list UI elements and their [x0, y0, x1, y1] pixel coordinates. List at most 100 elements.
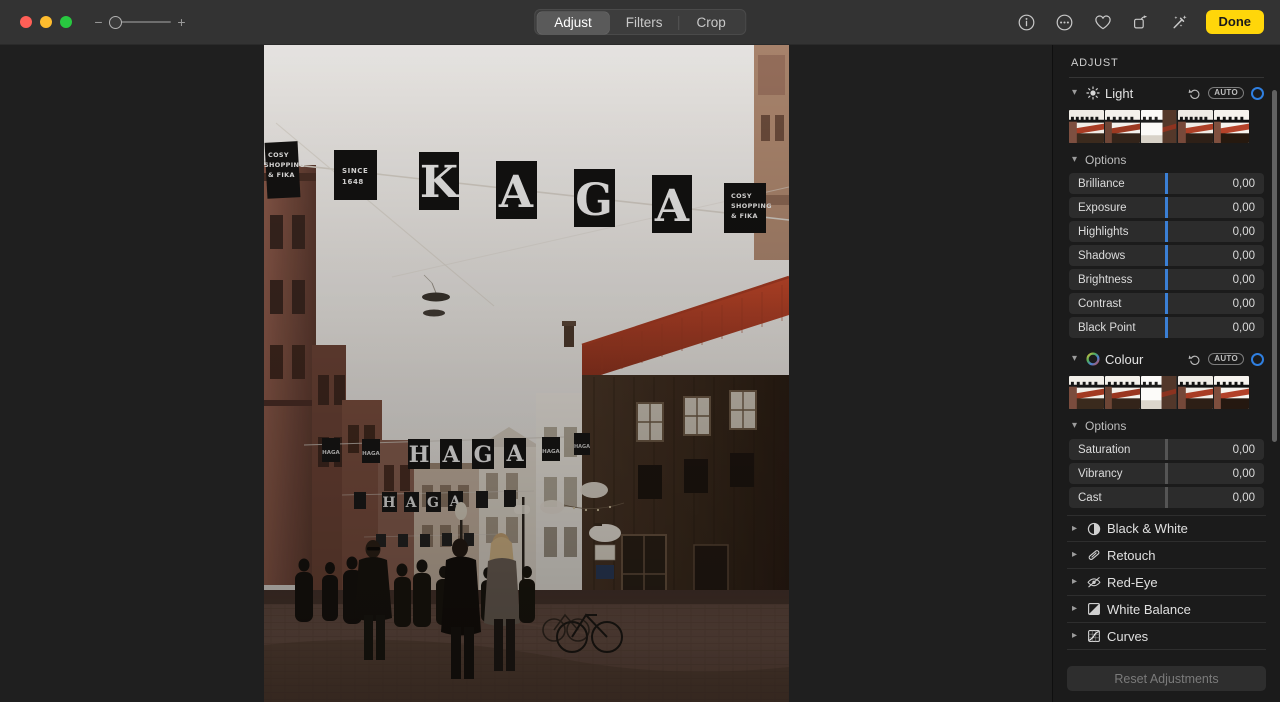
zoom-out-icon[interactable]: −	[94, 15, 103, 29]
slider-value: 0,00	[1233, 202, 1264, 214]
close-window-button[interactable]	[20, 16, 32, 28]
zoom-slider-track[interactable]	[109, 15, 171, 29]
auto-badge-colour[interactable]: AUTO	[1208, 353, 1244, 366]
slider-label: Exposure	[1069, 202, 1127, 214]
section-header-colour[interactable]: ▾ Colour	[1067, 344, 1266, 374]
slider-label: Vibrancy	[1069, 468, 1123, 480]
colour-preview-thumb[interactable]	[1105, 376, 1140, 409]
section-white-balance[interactable]: ▸ White Balance	[1067, 596, 1266, 623]
bandage-icon	[1086, 548, 1101, 563]
photos-editor-window: − + Adjust Filters Crop	[0, 0, 1280, 702]
slider-value: 0,00	[1233, 298, 1264, 310]
light-preview-thumb[interactable]	[1141, 110, 1176, 143]
photo-canvas[interactable]: COSY SHOPPING & FIKA SINCE 1648 K	[0, 45, 1052, 702]
enable-toggle-colour[interactable]	[1251, 353, 1264, 366]
slider-brilliance[interactable]: Brilliance 0,00	[1069, 173, 1264, 194]
chevron-right-icon-bw[interactable]: ▸	[1069, 524, 1080, 534]
auto-enhance-wand-icon[interactable]	[1168, 11, 1190, 33]
section-red-eye[interactable]: ▸ Red-Eye	[1067, 569, 1266, 596]
done-button[interactable]: Done	[1206, 10, 1265, 34]
slider-label: Cast	[1069, 492, 1102, 504]
slider-tick	[1165, 245, 1168, 266]
chevron-down-icon-light-options[interactable]: ▾	[1069, 155, 1080, 165]
slider-saturation[interactable]: Saturation 0,00	[1069, 439, 1264, 460]
light-preview-thumb[interactable]	[1069, 110, 1104, 143]
slider-tick	[1165, 439, 1168, 460]
tab-filters[interactable]: Filters	[609, 12, 680, 34]
sun-icon	[1085, 86, 1100, 101]
colour-preview-thumb[interactable]	[1069, 376, 1104, 409]
section-label-curves: Curves	[1107, 629, 1264, 644]
chevron-down-icon-colour-options[interactable]: ▾	[1069, 421, 1080, 431]
section-curves[interactable]: ▸ Curves	[1067, 623, 1266, 650]
half-circle-icon	[1086, 521, 1101, 536]
colour-preview-thumb[interactable]	[1214, 376, 1249, 409]
slider-label: Contrast	[1069, 298, 1121, 310]
slider-highlights[interactable]: Highlights 0,00	[1069, 221, 1264, 242]
slider-brightness[interactable]: Brightness 0,00	[1069, 269, 1264, 290]
chevron-down-icon-light[interactable]: ▾	[1069, 88, 1080, 98]
zoom-slider-control[interactable]: − +	[94, 15, 186, 29]
slider-tick	[1165, 197, 1168, 218]
light-preview-thumb[interactable]	[1178, 110, 1213, 143]
more-options-icon[interactable]	[1054, 11, 1076, 33]
section-label-bw: Black & White	[1107, 521, 1264, 536]
tab-crop[interactable]: Crop	[680, 12, 743, 34]
slider-shadows[interactable]: Shadows 0,00	[1069, 245, 1264, 266]
light-options-row[interactable]: ▾ Options	[1067, 149, 1266, 171]
slider-value: 0,00	[1233, 468, 1264, 480]
light-preview-filmstrip[interactable]	[1067, 108, 1266, 149]
chevron-right-icon-wb[interactable]: ▸	[1069, 604, 1080, 614]
slider-tick	[1165, 173, 1168, 194]
reset-arrow-icon-colour[interactable]	[1188, 353, 1201, 366]
section-label-colour: Colour	[1105, 352, 1183, 367]
slider-label: Black Point	[1069, 322, 1136, 334]
favorite-heart-icon[interactable]	[1092, 11, 1114, 33]
colour-options-row[interactable]: ▾ Options	[1067, 415, 1266, 437]
zoom-slider-bar	[115, 21, 171, 23]
slider-value: 0,00	[1233, 226, 1264, 238]
slider-cast[interactable]: Cast 0,00	[1069, 487, 1264, 508]
window-titlebar: − + Adjust Filters Crop	[0, 0, 1280, 45]
slider-value: 0,00	[1233, 178, 1264, 190]
tab-adjust[interactable]: Adjust	[537, 12, 609, 34]
maximize-window-button[interactable]	[60, 16, 72, 28]
colour-preview-thumb[interactable]	[1141, 376, 1176, 409]
inspector-scrollbar[interactable]	[1272, 90, 1277, 442]
chevron-right-icon-redeye[interactable]: ▸	[1069, 577, 1080, 587]
section-label-retouch: Retouch	[1107, 548, 1264, 563]
slider-black-point[interactable]: Black Point 0,00	[1069, 317, 1264, 338]
photo-image[interactable]: COSY SHOPPING & FIKA SINCE 1648 K	[264, 45, 789, 702]
minimize-window-button[interactable]	[40, 16, 52, 28]
inspector-scroll-area[interactable]: ADJUST ▾	[1053, 45, 1280, 702]
reset-arrow-icon-light[interactable]	[1188, 87, 1201, 100]
slider-exposure[interactable]: Exposure 0,00	[1069, 197, 1264, 218]
light-preview-thumb[interactable]	[1105, 110, 1140, 143]
section-label-wb: White Balance	[1107, 602, 1264, 617]
zoom-in-icon[interactable]: +	[177, 15, 186, 29]
edit-mode-tabs[interactable]: Adjust Filters Crop	[534, 9, 746, 35]
enable-toggle-light[interactable]	[1251, 87, 1264, 100]
slider-tick	[1165, 317, 1168, 338]
colour-preview-filmstrip[interactable]	[1067, 374, 1266, 415]
adjust-inspector-panel[interactable]: ADJUST ▾	[1052, 45, 1280, 702]
slider-value: 0,00	[1233, 322, 1264, 334]
light-preview-thumb[interactable]	[1214, 110, 1249, 143]
reset-adjustments-button[interactable]: Reset Adjustments	[1067, 666, 1266, 691]
info-icon[interactable]	[1016, 11, 1038, 33]
colour-preview-thumb[interactable]	[1178, 376, 1213, 409]
slider-vibrancy[interactable]: Vibrancy 0,00	[1069, 463, 1264, 484]
section-black-and-white[interactable]: ▸ Black & White	[1067, 515, 1266, 542]
section-retouch[interactable]: ▸ Retouch	[1067, 542, 1266, 569]
rotate-export-icon[interactable]	[1130, 11, 1152, 33]
slider-label: Brilliance	[1069, 178, 1125, 190]
slider-contrast[interactable]: Contrast 0,00	[1069, 293, 1264, 314]
section-header-light[interactable]: ▾ Light	[1067, 78, 1266, 108]
auto-badge-light[interactable]: AUTO	[1208, 87, 1244, 100]
slider-value: 0,00	[1233, 250, 1264, 262]
zoom-slider-thumb[interactable]	[109, 16, 122, 29]
chevron-down-icon-colour[interactable]: ▾	[1069, 354, 1080, 364]
chevron-right-icon-curves[interactable]: ▸	[1069, 631, 1080, 641]
chevron-right-icon-retouch[interactable]: ▸	[1069, 550, 1080, 560]
light-options-label: Options	[1085, 153, 1126, 167]
